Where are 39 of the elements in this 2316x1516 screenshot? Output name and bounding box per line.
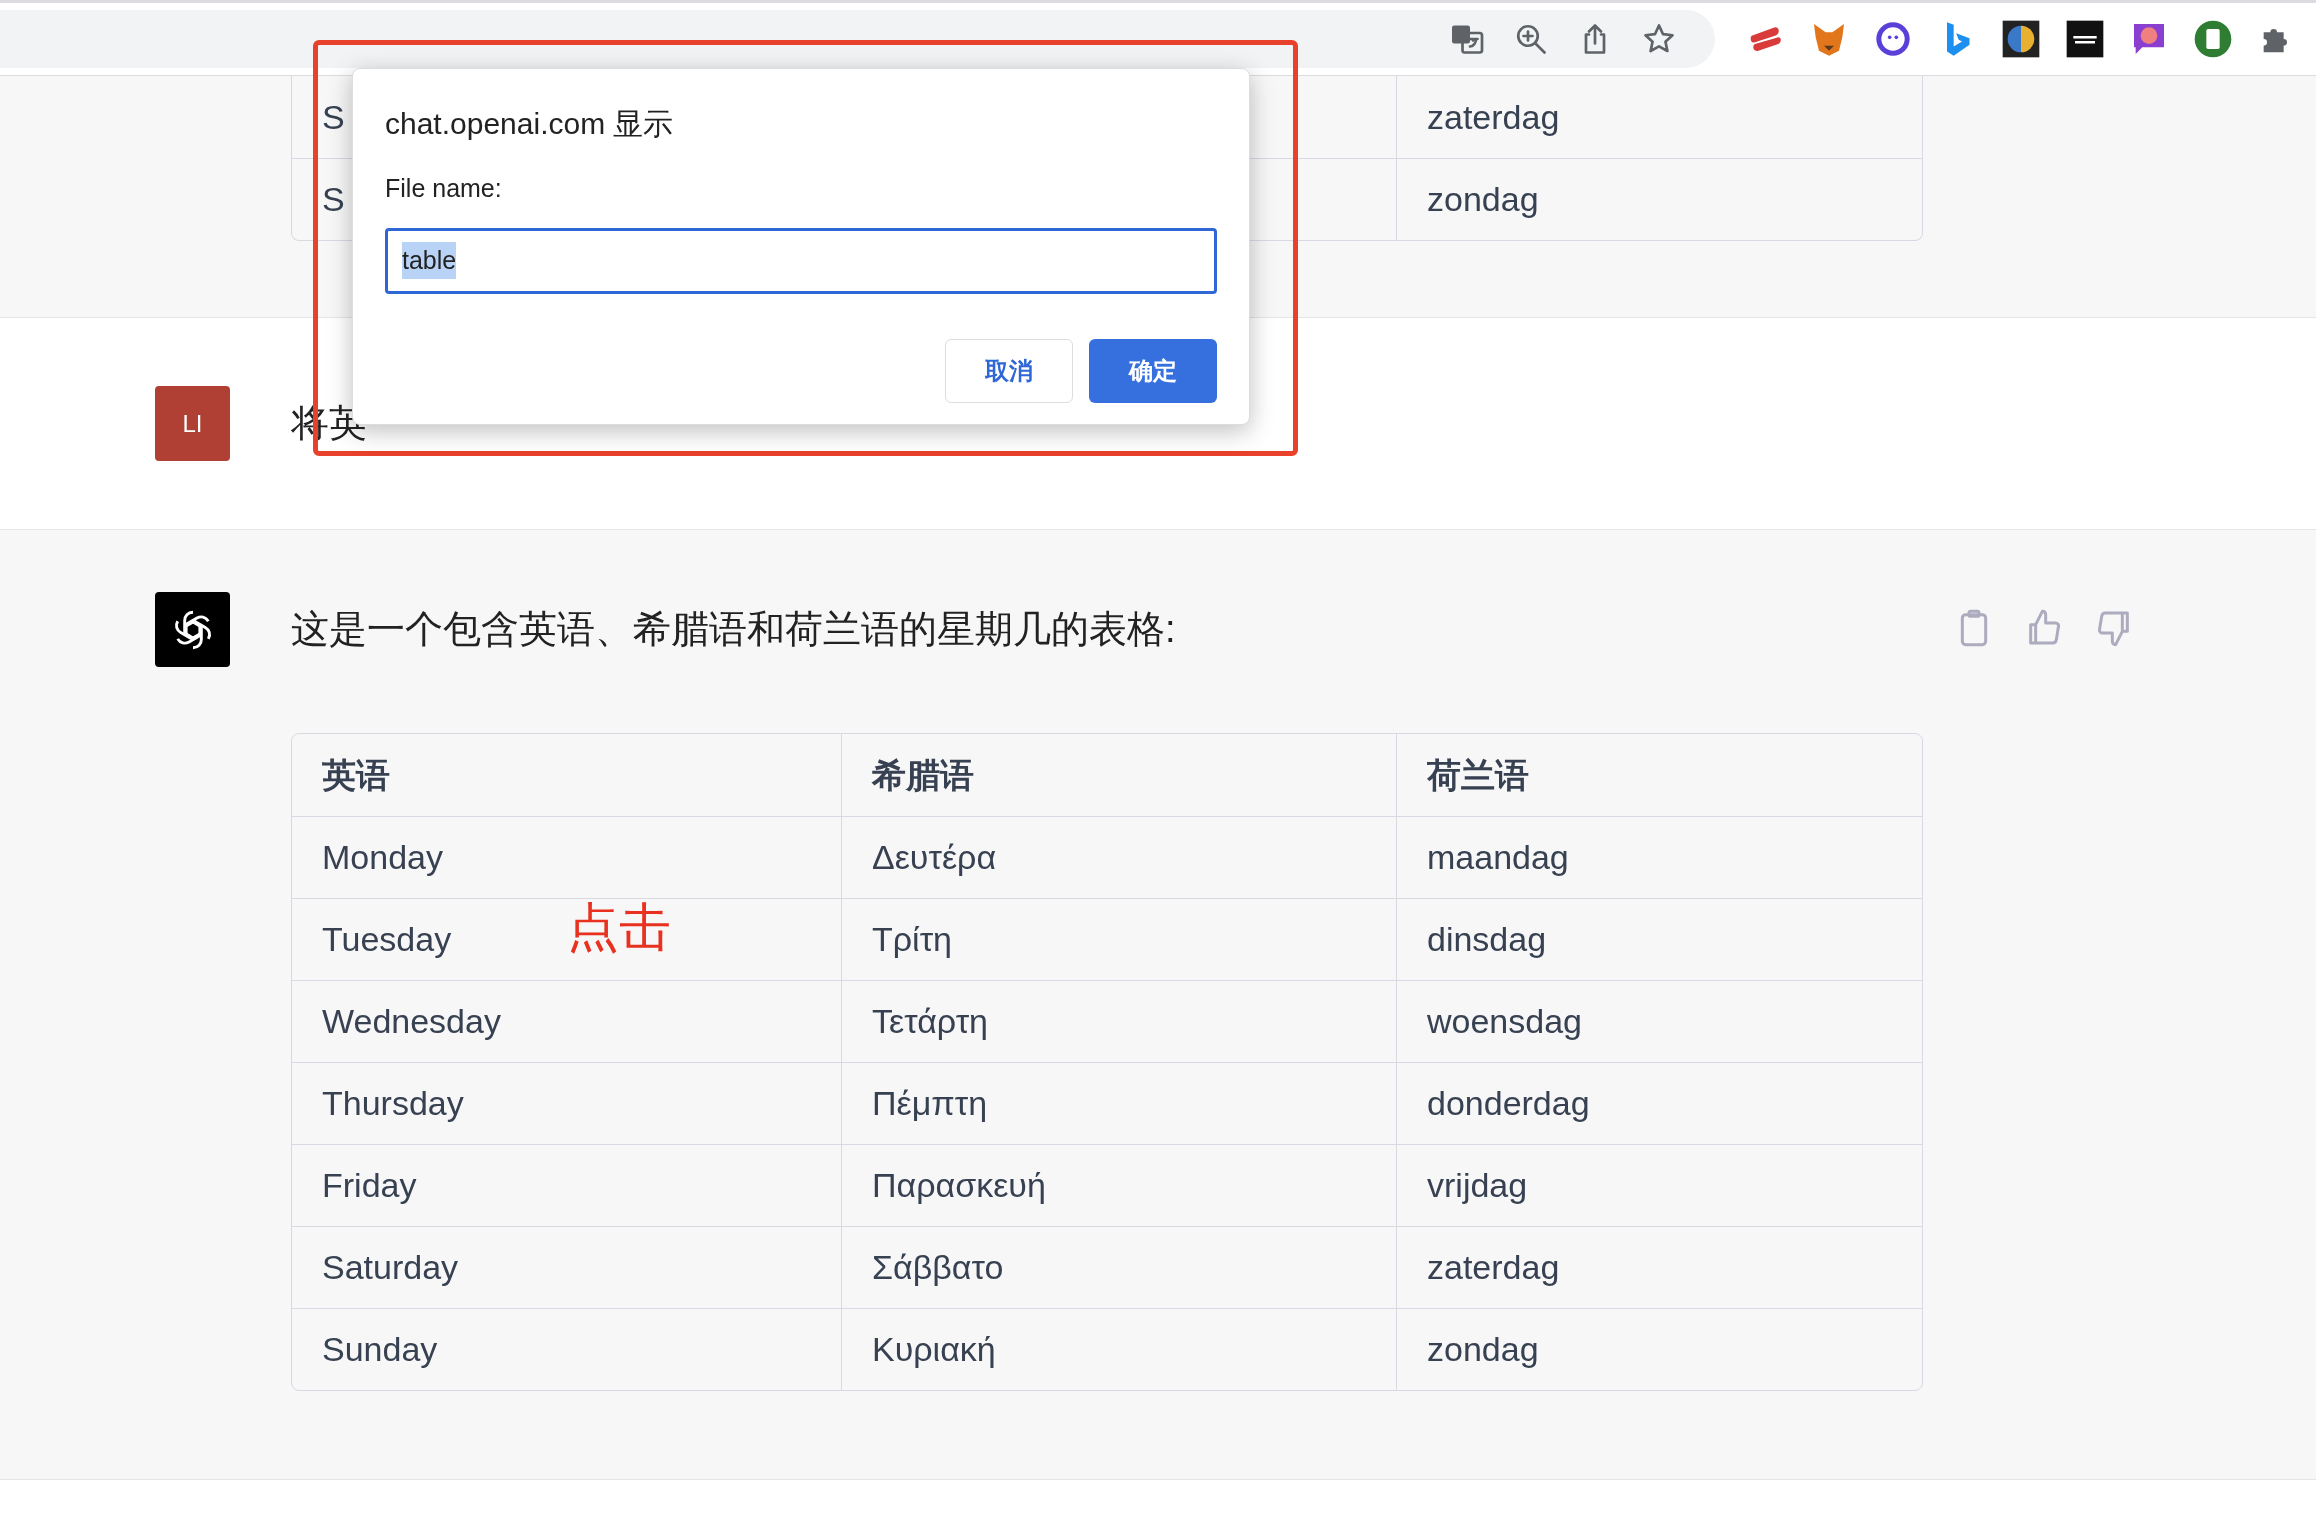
table-cell-text: zondag xyxy=(1427,179,1539,220)
file-name-field[interactable]: table xyxy=(385,227,1217,294)
column-header: 希腊语 xyxy=(872,754,974,796)
table-cell-text: donderdag xyxy=(1427,1083,1590,1124)
assistant-message: 这是一个包含英语、希腊语和荷兰语的星期几的表格: xyxy=(291,607,1176,652)
table-cell-text: S xyxy=(322,96,345,138)
column-header: 荷兰语 xyxy=(1427,754,1529,796)
table-cell-text: Wednesday xyxy=(322,1001,501,1042)
table-cell-text: Τετάρτη xyxy=(872,1001,988,1042)
table-cell-text: Παρασκευή xyxy=(872,1165,1046,1206)
table-cell-text: Friday xyxy=(322,1165,417,1206)
table-cell-text: Monday xyxy=(322,837,443,878)
table-cell-text: Tuesday xyxy=(322,919,452,960)
annotation-text: 点击 xyxy=(567,897,671,958)
address-bar[interactable] xyxy=(0,10,1715,68)
table-cell-text: zondag xyxy=(1427,1329,1539,1370)
table-cell-text: Thursday xyxy=(322,1083,464,1124)
table-cell-text: zaterdag xyxy=(1427,1247,1560,1288)
field-label: File name: xyxy=(385,173,503,204)
table-cell-text: Δευτέρα xyxy=(872,837,997,878)
table-cell-text: vrijdag xyxy=(1427,1165,1528,1206)
table-cell-text: Πέμπτη xyxy=(872,1083,988,1124)
table-cell-text: Sunday xyxy=(322,1329,438,1370)
cancel-button[interactable]: 取消 xyxy=(945,338,1073,403)
table-cell-text: Τρίτη xyxy=(872,919,952,960)
column-header: 英语 xyxy=(322,754,390,796)
table-cell-text: Κυριακή xyxy=(872,1329,996,1370)
confirm-button[interactable]: 确定 xyxy=(1089,338,1217,403)
table-cell-text: dinsdag xyxy=(1427,919,1547,960)
ghost-icon[interactable] xyxy=(1873,19,1913,59)
user-avatar: LI xyxy=(155,386,230,461)
table-cell-text: woensdag xyxy=(1427,1001,1582,1042)
table-cell-text: maandag xyxy=(1427,837,1569,878)
csv-icon[interactable] xyxy=(2193,19,2233,59)
table-cell-text: Σάββατο xyxy=(872,1247,1004,1288)
table-cell-text: zaterdag xyxy=(1427,96,1560,138)
dialog-title: chat.openai.com 显示 xyxy=(385,106,675,142)
table-cell-text: S xyxy=(322,179,345,220)
table-cell-text: Saturday xyxy=(322,1247,459,1288)
